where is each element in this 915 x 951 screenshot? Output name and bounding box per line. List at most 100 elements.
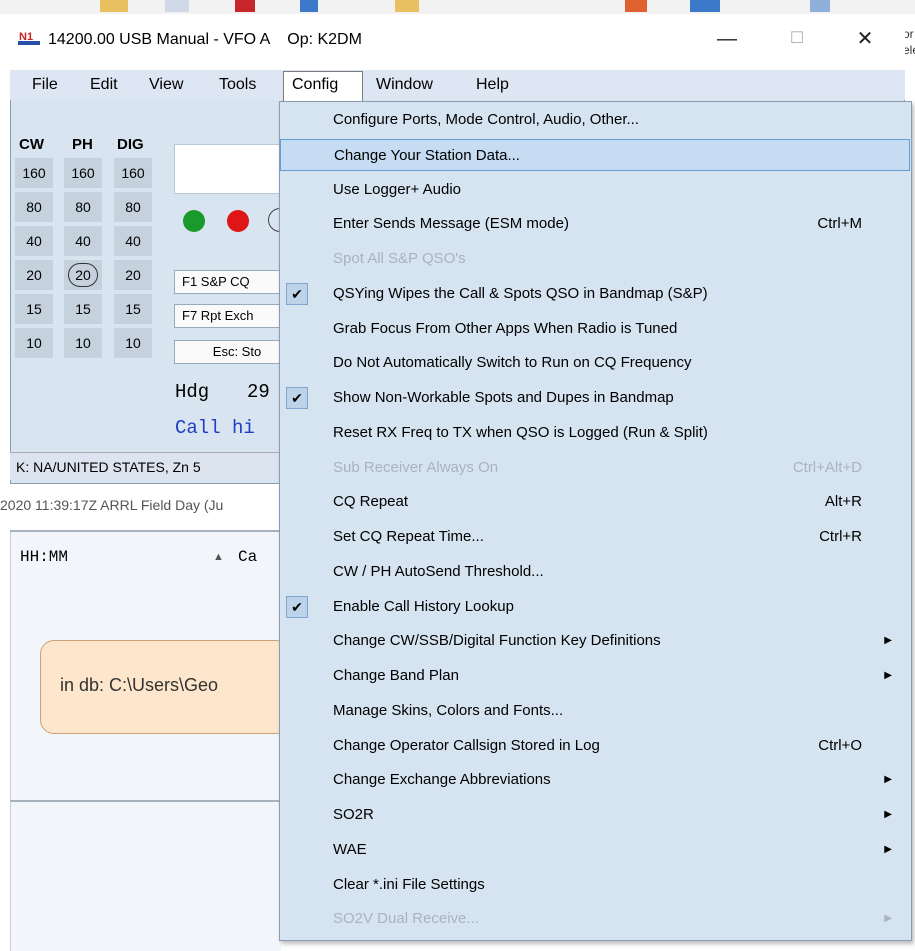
band-label: 80 xyxy=(125,199,141,215)
band-button-cw-40[interactable]: 40 xyxy=(15,226,53,256)
menu-item-grab-focus-from-other-apps-when-radio-is-tuned[interactable]: Grab Focus From Other Apps When Radio is… xyxy=(280,313,910,345)
menu-help[interactable]: Help xyxy=(476,76,509,94)
band-button-cw-20[interactable]: 20 xyxy=(15,260,53,290)
menu-item-label: Reset RX Freq to TX when QSO is Logged (… xyxy=(333,424,708,441)
desktop-strip xyxy=(0,0,915,14)
menu-item-so2r[interactable]: SO2R ▶ xyxy=(280,799,910,831)
menu-item-change-cw-ssb-digital-function-key-definitions[interactable]: Change CW/SSB/Digital Function Key Defin… xyxy=(280,625,910,657)
callsign-entry[interactable] xyxy=(174,144,286,194)
band-label: 80 xyxy=(75,199,91,215)
band-button-cw-160[interactable]: 160 xyxy=(15,158,53,188)
band-button-ph-10[interactable]: 10 xyxy=(64,328,102,358)
menu-item-label: Grab Focus From Other Apps When Radio is… xyxy=(333,320,678,337)
submenu-arrow-icon: ▶ xyxy=(884,774,892,785)
submenu-arrow-icon: ▶ xyxy=(884,844,892,855)
menu-tools[interactable]: Tools xyxy=(219,76,256,94)
esc-stop-button[interactable]: Esc: Sto xyxy=(174,340,280,364)
submenu-arrow-icon: ▶ xyxy=(884,670,892,681)
band-button-ph-80[interactable]: 80 xyxy=(64,192,102,222)
band-label: 10 xyxy=(26,335,42,351)
menu-item-cq-repeat[interactable]: CQ Repeat Alt+R xyxy=(280,486,910,518)
band-label: 40 xyxy=(26,233,42,249)
menu-item-label: CQ Repeat xyxy=(333,493,409,510)
db-path-text: in db: C:\Users\Geo xyxy=(60,675,219,695)
close-button[interactable]: ✕ xyxy=(843,26,887,52)
menu-item-spot-all-s-p-qso-s[interactable]: Spot All S&P QSO's xyxy=(280,243,910,275)
menu-item-configure-ports-mode-control-audio-other[interactable]: Configure Ports, Mode Control, Audio, Ot… xyxy=(280,104,910,136)
menu-window[interactable]: Window xyxy=(376,76,433,94)
menu-item-show-non-workable-spots-and-dupes-in-bandmap[interactable]: ✔ Show Non-Workable Spots and Dupes in Ba… xyxy=(280,382,910,414)
window-title: 14200.00 USB Manual - VFO A Op: K2DM xyxy=(48,31,362,48)
checkmark-icon: ✔ xyxy=(286,283,308,305)
band-button-ph-20[interactable]: 20 xyxy=(64,260,102,290)
menu-item-clear-ini-file-settings[interactable]: Clear *.ini File Settings xyxy=(280,869,910,901)
menu-file[interactable]: File xyxy=(32,76,58,94)
sort-ascending-icon: ▲ xyxy=(213,551,224,563)
menu-item-set-cq-repeat-time[interactable]: Set CQ Repeat Time... Ctrl+R xyxy=(280,521,910,553)
band-button-cw-15[interactable]: 15 xyxy=(15,294,53,324)
menu-item-shortcut: Ctrl+R xyxy=(819,528,862,545)
menu-item-label: WAE xyxy=(333,841,367,858)
log-grid-divider xyxy=(10,800,280,802)
menu-item-label: Enable Call History Lookup xyxy=(333,598,514,615)
checkmark-icon: ✔ xyxy=(286,387,308,409)
menu-config[interactable]: Config xyxy=(292,76,338,94)
band-label: 40 xyxy=(75,233,91,249)
menu-edit[interactable]: Edit xyxy=(90,76,118,94)
menu-item-sub-receiver-always-on[interactable]: Sub Receiver Always On Ctrl+Alt+D xyxy=(280,452,910,484)
menu-item-shortcut: Ctrl+M xyxy=(817,215,862,232)
menu-item-reset-rx-freq-to-tx-when-qso-is-logged-run-split[interactable]: Reset RX Freq to TX when QSO is Logged (… xyxy=(280,417,910,449)
band-button-cw-80[interactable]: 80 xyxy=(15,192,53,222)
band-button-dig-80[interactable]: 80 xyxy=(114,192,152,222)
menu-item-qsying-wipes-the-call-spots-qso-in-bandmap-s-p[interactable]: ✔ QSYing Wipes the Call & Spots QSO in Ba… xyxy=(280,278,910,310)
menu-item-label: QSYing Wipes the Call & Spots QSO in Ban… xyxy=(333,285,708,302)
menu-item-label: Set CQ Repeat Time... xyxy=(333,528,484,545)
menu-item-label: Sub Receiver Always On xyxy=(333,459,499,476)
menu-item-change-your-station-data[interactable]: Change Your Station Data... xyxy=(280,139,910,171)
heading-label: Hdg xyxy=(175,381,210,403)
menu-item-label: Change Band Plan xyxy=(333,667,459,684)
menu-item-do-not-automatically-switch-to-run-on-cq-frequency[interactable]: Do Not Automatically Switch to Run on CQ… xyxy=(280,347,910,379)
menu-item-change-band-plan[interactable]: Change Band Plan ▶ xyxy=(280,660,910,692)
band-label: 160 xyxy=(121,165,145,181)
menu-item-label: Change Exchange Abbreviations xyxy=(333,771,551,788)
checkmark-icon: ✔ xyxy=(286,596,308,618)
menu-item-change-exchange-abbreviations[interactable]: Change Exchange Abbreviations ▶ xyxy=(280,764,910,796)
menu-item-label: Use Logger+ Audio xyxy=(333,181,462,198)
menu-item-shortcut: Alt+R xyxy=(824,493,862,510)
menu-item-label: Enter Sends Message (ESM mode) xyxy=(333,215,569,232)
band-button-dig-160[interactable]: 160 xyxy=(114,158,152,188)
log-column-time[interactable]: HH:MM xyxy=(20,548,68,566)
band-button-dig-20[interactable]: 20 xyxy=(114,260,152,290)
band-button-dig-10[interactable]: 10 xyxy=(114,328,152,358)
menu-item-manage-skins-colors-and-fonts[interactable]: Manage Skins, Colors and Fonts... xyxy=(280,695,910,727)
menu-item-cw-ph-autosend-threshold[interactable]: CW / PH AutoSend Threshold... xyxy=(280,556,910,588)
band-label: 20 xyxy=(68,263,98,287)
band-button-dig-15[interactable]: 15 xyxy=(114,294,152,324)
log-column-call[interactable]: Ca xyxy=(238,548,257,566)
status-bar: K: NA/UNITED STATES, Zn 5 xyxy=(10,452,280,480)
menu-bar xyxy=(10,70,905,100)
menu-item-use-logger-audio[interactable]: Use Logger+ Audio xyxy=(280,174,910,206)
band-label: 10 xyxy=(75,335,91,351)
band-button-ph-15[interactable]: 15 xyxy=(64,294,102,324)
menu-item-enable-call-history-lookup[interactable]: ✔ Enable Call History Lookup xyxy=(280,591,910,623)
f1-sp-cq-button[interactable]: F1 S&P CQ xyxy=(174,270,280,294)
menu-item-so2v-dual-receive[interactable]: SO2V Dual Receive... ▶ xyxy=(280,903,910,935)
menu-item-change-operator-callsign-stored-in-log[interactable]: Change Operator Callsign Stored in Log Ct… xyxy=(280,730,910,762)
menu-item-enter-sends-message-esm-mode[interactable]: Enter Sends Message (ESM mode) Ctrl+M xyxy=(280,208,910,240)
menu-view[interactable]: View xyxy=(149,76,183,94)
band-label: 20 xyxy=(26,267,42,283)
menu-item-wae[interactable]: WAE ▶ xyxy=(280,834,910,866)
menu-item-label: Change Operator Callsign Stored in Log xyxy=(333,737,600,754)
band-button-ph-160[interactable]: 160 xyxy=(64,158,102,188)
log-grid-top-border xyxy=(10,530,280,532)
band-header-cw: CW xyxy=(19,136,44,153)
f7-rpt-exch-button[interactable]: F7 Rpt Exch xyxy=(174,304,280,328)
minimize-button[interactable]: — xyxy=(705,26,749,52)
band-button-dig-40[interactable]: 40 xyxy=(114,226,152,256)
band-button-ph-40[interactable]: 40 xyxy=(64,226,102,256)
maximize-button[interactable]: ☐ xyxy=(775,26,819,52)
band-button-cw-10[interactable]: 10 xyxy=(15,328,53,358)
menu-item-label: Change Your Station Data... xyxy=(334,147,520,164)
